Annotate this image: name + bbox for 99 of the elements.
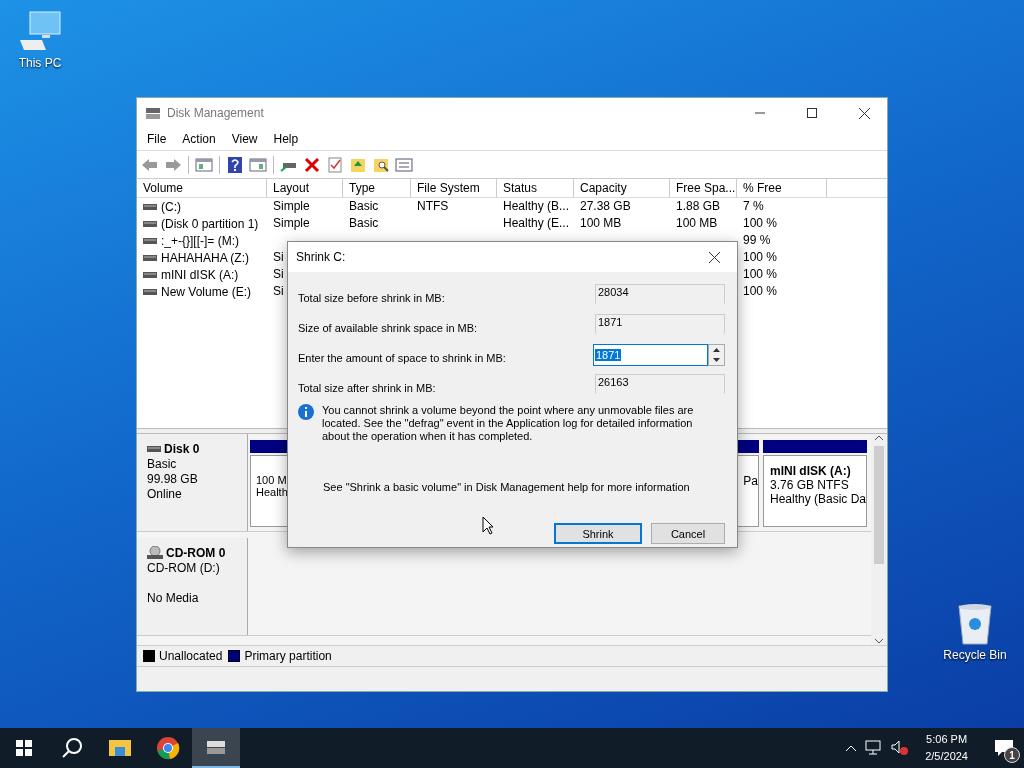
table-cell: :_+-{}][[-]= (M:) [161,233,240,248]
table-cell: 100 MB [676,216,718,230]
drive-icon [143,287,157,296]
column-header[interactable]: % Free [737,179,827,198]
disk-size: 99.98 GB [147,472,199,486]
field-label: Size of available shrink space in MB: [298,321,478,334]
column-header[interactable]: Type [343,179,411,198]
drive-icon [143,253,157,262]
table-cell: Si [273,250,284,264]
column-header[interactable]: Status [497,179,574,198]
table-cell: HAHAHAHA (Z:) [161,250,249,265]
column-header[interactable]: File System [411,179,497,198]
drive-icon [143,219,157,228]
table-cell: Si [273,284,284,298]
table-cell: 7 % [743,199,764,213]
spin-up-icon[interactable] [713,348,720,352]
table-cell: 99 % [743,233,771,247]
column-header[interactable]: Capacity [574,179,670,198]
spin-down-icon[interactable] [713,358,720,362]
disk-status: No Media [147,591,200,605]
disk-label-panel[interactable]: Disk 0 Basic 99.98 GB Online [137,434,248,531]
cursor-icon [482,516,494,535]
table-cell: 100 % [743,216,778,230]
readonly-field: 1871 [595,314,725,334]
delete-icon[interactable] [303,155,321,174]
browser-icon[interactable] [156,736,180,760]
table-cell: 100 % [743,267,778,281]
panel-icon[interactable] [195,155,213,174]
table-cell: mINI dISK (A:) [161,267,239,282]
disk-status: Online [147,487,183,501]
readonly-field: 26163 [595,374,725,394]
table-cell: New Volume (E:) [161,284,252,299]
table-cell: NTFS [417,199,449,213]
notification-badge: 1 [1004,747,1020,763]
scroll-up-icon[interactable] [874,434,884,442]
table-cell: 100 % [743,284,778,298]
chevron-up-icon[interactable] [845,744,858,752]
scrollbar[interactable] [871,434,887,645]
partition-block[interactable]: mINI dISK (A:) 3.76 GB NTFS Healthy (Basic Da [763,455,867,527]
dialog-title: Shrink C: [296,250,347,264]
panel-icon[interactable] [249,155,267,174]
drive-icon [147,445,161,453]
disk-name: CD-ROM 0 [166,546,226,560]
disk-label-panel[interactable]: CD-ROM 0 CD-ROM (D:) No Media [137,538,248,635]
column-header[interactable]: Volume [137,179,267,198]
checklist-icon[interactable] [326,155,344,174]
table-cell: 100 MB [580,216,622,230]
app-icon [145,106,161,120]
close-icon[interactable] [708,251,720,263]
desktop-icon-label[interactable]: This PC [18,56,62,70]
dialog-button[interactable]: Cancel [651,523,725,544]
legend-label: Unallocated [159,649,223,663]
table-cell: Si [273,267,284,281]
column-header[interactable]: Layout [267,179,343,198]
table-cell: (Disk 0 partition 1) [161,216,259,231]
table-cell: (C:) [161,199,181,214]
help-text: See "Shrink a basic volume" in Disk Management help for more information [323,481,691,493]
table-cell: Basic [349,216,379,230]
field-label: Total size before shrink in MB: [298,291,445,304]
table-cell: Basic [349,199,379,213]
disk-type: CD-ROM (D:) [147,561,221,575]
table-cell: 27.38 GB [580,199,631,213]
menu-item[interactable]: View [223,132,266,146]
drive-icon [143,236,157,245]
close-icon[interactable] [858,107,870,119]
drive-icon [143,270,157,279]
menu-item[interactable]: Action [174,132,224,146]
network-icon[interactable] [865,740,884,756]
menu-item[interactable]: Help [265,132,307,146]
field-label: Enter the amount of space to shrink in MB: [298,351,506,364]
table-cell: Healthy (B... [503,199,570,213]
column-header[interactable]: Free Spa... [670,179,737,198]
info-text: You cannot shrink a volume beyond the point where any unmovable files are located. See the "defrag" event in the Application log for detailed information about the operation when it has completed. [322,404,695,443]
disk-type: Basic [147,457,178,471]
table-cell: 1.88 GB [676,199,721,213]
taskbar-app[interactable] [192,728,240,768]
clock[interactable]: 5:06 PM 2/5/2024 [917,731,976,765]
cd-drive-icon [147,546,163,560]
windows-logo-icon[interactable] [16,740,32,756]
field-label: Total size after shrink in MB: [298,381,436,394]
dialog-button[interactable]: Shrink [554,523,642,544]
recycle-bin-icon [955,602,995,646]
info-icon [298,404,314,420]
table-cell: 100 % [743,250,778,264]
table-cell: Simple [273,216,310,230]
disk-name: Disk 0 [164,442,200,456]
desktop-icon-label[interactable]: Recycle Bin [943,648,1007,662]
drive-icon [143,202,157,211]
maximize-icon[interactable] [807,108,817,118]
help-icon[interactable] [226,155,244,174]
menu-item[interactable]: File [139,132,175,146]
readonly-field: 28034 [595,284,725,304]
window-title: Disk Management [167,106,265,120]
muted-speaker-icon[interactable] [891,740,910,756]
search-icon[interactable] [61,737,83,759]
table-cell: Simple [273,199,310,213]
scroll-down-icon[interactable] [874,637,884,645]
legend-label: Primary partition [244,649,332,663]
table-cell: Healthy (E... [503,216,570,230]
